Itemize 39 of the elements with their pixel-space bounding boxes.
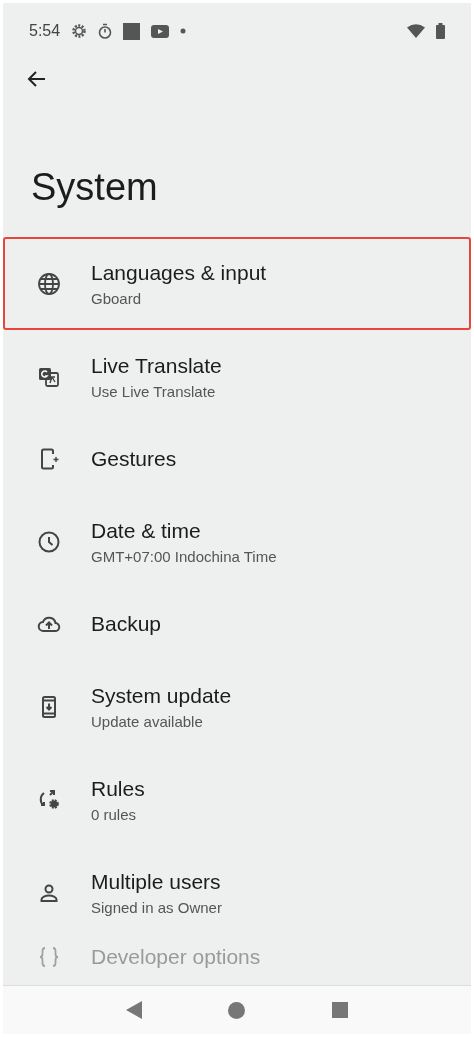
- item-title: Live Translate: [91, 353, 222, 378]
- item-title: Date & time: [91, 518, 202, 543]
- timer-icon: [98, 23, 113, 39]
- item-subtitle: Signed in as Owner: [91, 898, 222, 916]
- dot-icon: [180, 28, 187, 34]
- item-subtitle: Update available: [91, 712, 204, 730]
- item-subtitle: Gboard: [91, 289, 143, 307]
- home-nav-icon[interactable]: [228, 1001, 246, 1019]
- gear-icon: [71, 23, 88, 39]
- settings-item[interactable]: Gestures: [3, 423, 471, 495]
- status-time: 5:54: [29, 22, 61, 40]
- square-icon: [123, 22, 141, 40]
- settings-item[interactable]: Rules 0 rules: [3, 753, 471, 846]
- battery-icon: [436, 23, 445, 39]
- page-title: System: [31, 166, 159, 210]
- settings-item[interactable]: Backup: [3, 588, 471, 660]
- settings-item[interactable]: Live Translate Use Live Translate: [3, 330, 471, 423]
- braces-icon: [37, 945, 61, 969]
- item-title: Languages & input: [91, 260, 267, 285]
- item-subtitle: 0 rules: [91, 805, 138, 823]
- back-nav-icon[interactable]: [126, 1001, 143, 1019]
- video-play-icon: [151, 24, 170, 38]
- item-subtitle: GMT+07:00 Indochina Time: [91, 547, 277, 565]
- sync-gear-icon: [37, 787, 61, 812]
- clock-icon: [37, 529, 61, 554]
- globe-icon: [37, 271, 61, 296]
- item-title: System update: [91, 683, 232, 708]
- settings-item[interactable]: Date & time GMT+07:00 Indochina Time: [3, 495, 471, 588]
- settings-item[interactable]: Languages & input Gboard: [3, 237, 471, 330]
- settings-item[interactable]: Multiple users Signed in as Owner: [3, 846, 471, 939]
- item-title: Rules: [91, 776, 145, 801]
- item-title: Multiple users: [91, 869, 222, 894]
- recents-nav-icon[interactable]: [331, 1002, 348, 1018]
- wifi-icon: [407, 24, 425, 38]
- item-title: Gestures: [91, 447, 177, 471]
- item-title: Developer options: [91, 945, 261, 969]
- settings-item[interactable]: System update Update available: [3, 660, 471, 753]
- item-subtitle: Use Live Translate: [91, 382, 217, 400]
- item-title: Backup: [91, 612, 162, 636]
